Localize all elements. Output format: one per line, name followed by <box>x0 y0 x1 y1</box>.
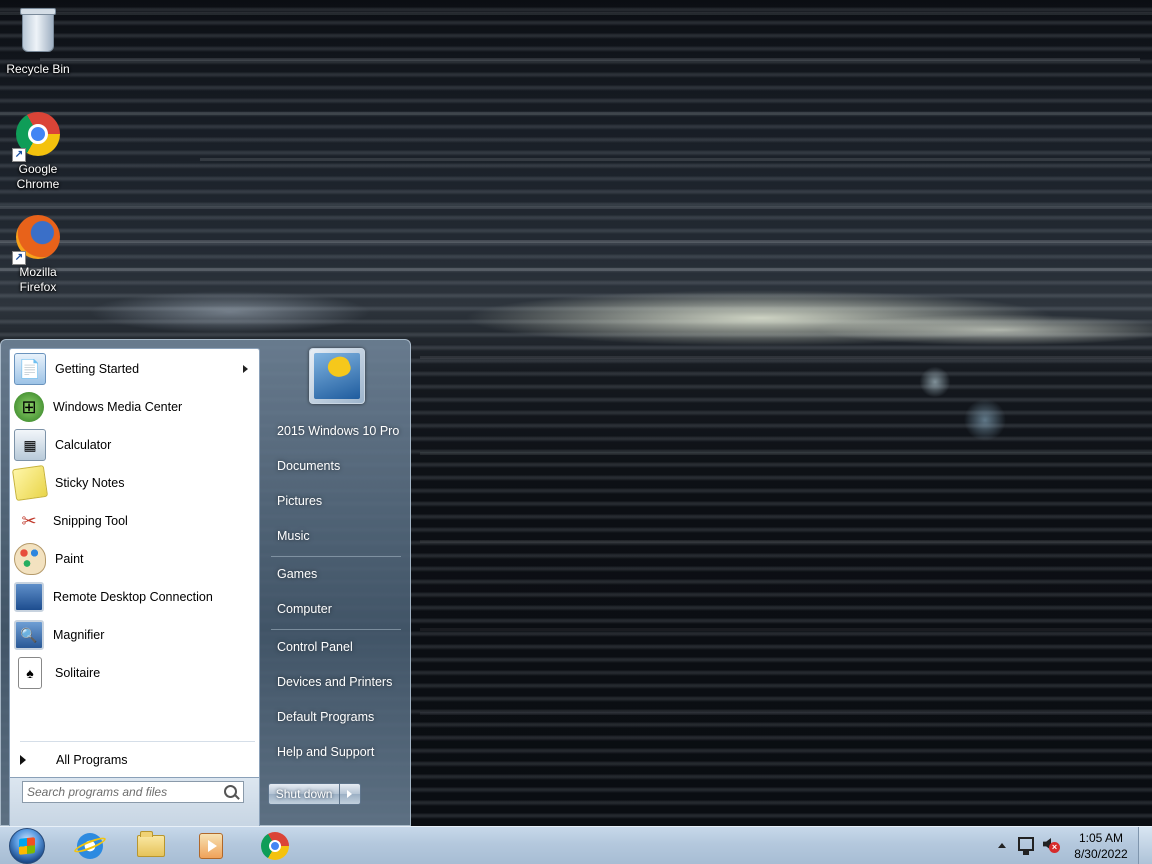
volume-muted-icon: × <box>1049 842 1060 853</box>
program-snipping-tool[interactable]: ✂ Snipping Tool <box>12 503 257 539</box>
solitaire-icon: ♠ <box>18 657 42 689</box>
start-search-input[interactable] <box>27 784 217 800</box>
program-label: Remote Desktop Connection <box>53 590 213 604</box>
taskbar: × 1:05 AM 8/30/2022 <box>0 826 1152 864</box>
show-desktop-button[interactable] <box>1138 827 1152 864</box>
sticky-notes-icon <box>11 464 49 502</box>
places-devices-and-printers[interactable]: Devices and Printers <box>269 667 407 697</box>
places-divider <box>271 629 401 630</box>
shutdown-button-group: Shut down <box>268 783 361 805</box>
program-calculator[interactable]: ▦ Calculator <box>12 427 257 463</box>
getting-started-icon: 📄 <box>14 353 46 385</box>
remote-desktop-icon <box>14 582 44 612</box>
places-divider <box>271 556 401 557</box>
places-games[interactable]: Games <box>269 559 407 589</box>
media-player-icon <box>199 833 223 859</box>
all-programs-button[interactable]: All Programs <box>12 747 257 773</box>
shutdown-options-arrow-icon[interactable] <box>340 784 360 804</box>
clock-date: 8/30/2022 <box>1074 847 1128 861</box>
desktop-icon-label: Recycle Bin <box>6 62 70 76</box>
program-getting-started[interactable]: 📄 Getting Started <box>12 351 257 387</box>
chrome-icon <box>261 832 289 860</box>
program-magnifier[interactable]: 🔍 Magnifier <box>12 617 257 653</box>
program-label: Solitaire <box>55 666 101 680</box>
program-windows-media-center[interactable]: ⊞ Windows Media Center <box>12 389 257 425</box>
places-music[interactable]: Music <box>269 521 407 551</box>
program-label: Sticky Notes <box>55 476 125 490</box>
show-hidden-icons-arrow-icon[interactable] <box>998 843 1006 848</box>
magnifier-icon: 🔍 <box>14 620 44 650</box>
taskbar-windows-explorer[interactable] <box>131 829 171 863</box>
program-label: Snipping Tool <box>53 514 128 528</box>
start-menu-places-pane: 2015 Windows 10 Pro Documents Pictures M… <box>261 340 411 827</box>
desktop-icon-label: Google Chrome <box>16 162 60 191</box>
taskbar-internet-explorer[interactable] <box>70 829 110 863</box>
user-account-picture[interactable] <box>309 348 365 404</box>
desktop-icon-label: Mozilla Firefox <box>19 265 57 294</box>
network-icon[interactable] <box>1018 837 1034 855</box>
program-sticky-notes[interactable]: Sticky Notes <box>11 464 257 502</box>
chrome-icon: ↗ <box>12 112 62 162</box>
places-user-folder[interactable]: 2015 Windows 10 Pro <box>269 416 407 446</box>
program-label: Paint <box>55 552 84 566</box>
media-center-icon: ⊞ <box>14 392 44 422</box>
places-computer[interactable]: Computer <box>269 594 407 624</box>
clock-time: 1:05 AM <box>1078 831 1124 845</box>
desktop-icon-mozilla-firefox[interactable]: ↗ Mozilla Firefox <box>0 213 76 295</box>
all-programs-label: All Programs <box>56 753 128 767</box>
programs-divider <box>20 741 255 742</box>
desktop-icon-google-chrome[interactable]: ↗ Google Chrome <box>0 110 76 192</box>
program-label: Getting Started <box>55 362 140 376</box>
taskbar-media-player[interactable] <box>191 829 231 863</box>
program-paint[interactable]: Paint <box>12 541 257 577</box>
taskbar-google-chrome[interactable] <box>255 829 295 863</box>
snipping-tool-icon: ✂ <box>21 510 37 531</box>
places-control-panel[interactable]: Control Panel <box>269 632 407 662</box>
program-remote-desktop-connection[interactable]: Remote Desktop Connection <box>12 579 257 615</box>
start-menu: 📄 Getting Started ⊞ Windows Media Center… <box>0 339 411 826</box>
internet-explorer-icon <box>77 833 103 859</box>
all-programs-arrow-icon <box>20 755 26 765</box>
shutdown-button[interactable]: Shut down <box>269 784 341 804</box>
calculator-icon: ▦ <box>14 429 46 461</box>
places-default-programs[interactable]: Default Programs <box>269 702 407 732</box>
program-label: Magnifier <box>53 628 105 642</box>
shortcut-arrow-icon: ↗ <box>12 251 26 265</box>
submenu-arrow-icon[interactable] <box>243 365 248 373</box>
search-icon[interactable] <box>224 785 237 798</box>
program-label: Calculator <box>55 438 112 452</box>
taskbar-clock[interactable]: 1:05 AM 8/30/2022 <box>1068 830 1134 862</box>
shortcut-arrow-icon: ↗ <box>12 148 26 162</box>
recycle-bin-icon <box>14 8 62 60</box>
program-solitaire[interactable]: ♠ Solitaire <box>12 655 257 691</box>
windows-logo-icon <box>19 837 35 855</box>
start-menu-programs-pane: 📄 Getting Started ⊞ Windows Media Center… <box>9 348 260 778</box>
firefox-icon: ↗ <box>12 215 62 265</box>
places-pictures[interactable]: Pictures <box>269 486 407 516</box>
start-search-box[interactable] <box>22 781 244 803</box>
places-documents[interactable]: Documents <box>269 451 407 481</box>
paint-icon <box>14 543 46 575</box>
start-button[interactable] <box>9 828 45 864</box>
places-help-and-support[interactable]: Help and Support <box>269 737 407 767</box>
start-search-area <box>9 778 260 826</box>
desktop-icon-recycle-bin[interactable]: Recycle Bin <box>0 6 76 77</box>
windows-explorer-icon <box>137 831 165 857</box>
program-label: Windows Media Center <box>53 400 183 414</box>
